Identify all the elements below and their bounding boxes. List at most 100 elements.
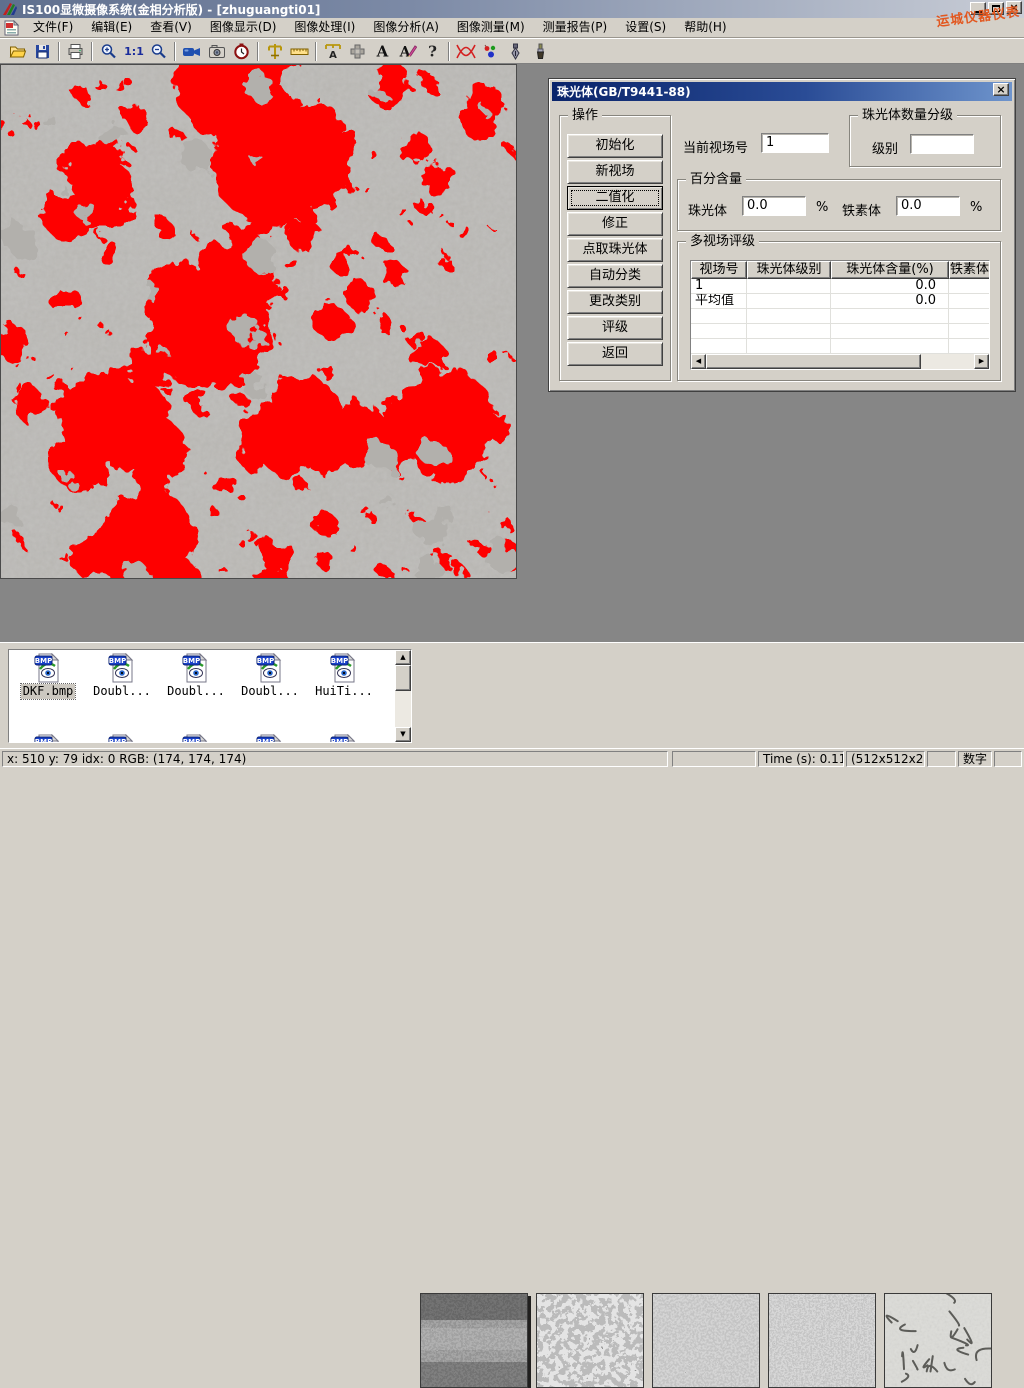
thumbnail-5[interactable] — [884, 1293, 992, 1388]
thumbnail-4[interactable] — [768, 1293, 876, 1388]
table-row[interactable] — [691, 339, 989, 354]
header-pearlite-grade[interactable]: 珠光体级别 — [747, 261, 831, 279]
video-camera-icon — [182, 44, 201, 59]
thumbnail-1[interactable] — [420, 1293, 528, 1388]
binarize-button[interactable]: 二值化 — [567, 186, 663, 210]
svg-text:A: A — [399, 45, 412, 60]
correct-button[interactable]: 修正 — [567, 212, 663, 236]
file-item[interactable]: BMP Doubl... — [85, 653, 159, 699]
return-button[interactable]: 返回 — [567, 342, 663, 366]
multi-field-table[interactable]: 视场号 珠光体级别 珠光体含量(%) 铁素体含量(%) 1 0.0 平均值 0.… — [690, 260, 990, 370]
pick-pearlite-button[interactable]: 点取珠光体 — [567, 238, 663, 262]
particles-button[interactable] — [478, 40, 503, 62]
open-button[interactable] — [5, 40, 30, 62]
measure-text-button[interactable]: A — [320, 40, 345, 62]
cell — [831, 309, 949, 323]
ruler-button[interactable] — [287, 40, 312, 62]
file-name[interactable]: Doubl... — [91, 684, 153, 699]
cell — [949, 339, 990, 353]
scroll-up-icon[interactable]: ▲ — [395, 650, 411, 665]
menu-view[interactable]: 查看(V) — [141, 18, 201, 37]
scroll-down-icon[interactable]: ▼ — [395, 727, 411, 742]
scroll-right-icon[interactable]: ▶ — [974, 354, 989, 369]
bmp-file-icon: BMP — [108, 734, 136, 743]
thumbnail-2[interactable] — [536, 1293, 644, 1388]
micro-image[interactable] — [0, 64, 517, 579]
capture-camera-button[interactable] — [204, 40, 229, 62]
annotate-button[interactable]: A — [395, 40, 420, 62]
file-item[interactable]: BMP Doubl... — [159, 653, 233, 699]
bmp-file-icon: BMP — [34, 734, 62, 743]
current-field-input[interactable]: 1 — [761, 133, 829, 153]
file-listbox[interactable]: BMP DKF.bmp BMP Doubl... BMP Doubl... BM… — [8, 649, 412, 743]
pen-button[interactable] — [503, 40, 528, 62]
actual-size-button[interactable]: 1:1 — [121, 40, 146, 62]
cell — [747, 309, 831, 323]
file-name[interactable]: Doubl... — [165, 684, 227, 699]
cell-ferrite-content — [949, 279, 990, 293]
zoom-out-button[interactable] — [146, 40, 171, 62]
save-button[interactable] — [30, 40, 55, 62]
file-item[interactable]: BMP — [233, 734, 307, 743]
file-item[interactable]: BMP — [159, 734, 233, 743]
menu-image-analysis[interactable]: 图像分析(A) — [364, 18, 448, 37]
menu-file[interactable]: 文件(F) — [24, 18, 82, 37]
header-field-no[interactable]: 视场号 — [691, 261, 747, 279]
hscroll-track[interactable] — [921, 354, 974, 369]
ferrite-percent-input[interactable]: 0.0 — [896, 196, 960, 216]
file-item[interactable]: BMP — [85, 734, 159, 743]
file-name[interactable]: Doubl... — [239, 684, 301, 699]
file-name[interactable]: HuiTi... — [313, 684, 375, 699]
header-ferrite-content[interactable]: 铁素体含量(%) — [949, 261, 990, 279]
vscroll-thumb[interactable] — [395, 665, 411, 691]
grade-input[interactable] — [910, 134, 974, 154]
timer-button[interactable] — [229, 40, 254, 62]
rate-button[interactable]: 评级 — [567, 316, 663, 340]
auto-classify-button[interactable]: 自动分类 — [567, 264, 663, 288]
new-field-button[interactable]: 新视场 — [567, 160, 663, 184]
brush-button[interactable] — [528, 40, 553, 62]
caliper-button[interactable] — [262, 40, 287, 62]
header-pearlite-content[interactable]: 珠光体含量(%) — [831, 261, 949, 279]
table-row[interactable]: 1 0.0 — [691, 279, 989, 294]
menu-image-processing[interactable]: 图像处理(I) — [285, 18, 364, 37]
file-item[interactable]: BMP — [307, 734, 381, 743]
change-class-button[interactable]: 更改类别 — [567, 290, 663, 314]
video-camera-button[interactable] — [179, 40, 204, 62]
file-item[interactable]: BMP HuiTi... — [307, 653, 381, 699]
menu-image-measure[interactable]: 图像测量(M) — [448, 18, 534, 37]
text-button[interactable]: A — [370, 40, 395, 62]
file-item[interactable]: BMP Doubl... — [233, 653, 307, 699]
menu-measure-report[interactable]: 测量报告(P) — [534, 18, 617, 37]
table-row[interactable] — [691, 309, 989, 324]
menu-settings[interactable]: 设置(S) — [616, 18, 675, 37]
table-hscrollbar[interactable]: ◀ ▶ — [691, 354, 989, 369]
thumbnail-3[interactable] — [652, 1293, 760, 1388]
menu-help[interactable]: 帮助(H) — [675, 18, 735, 37]
scroll-left-icon[interactable]: ◀ — [691, 354, 706, 369]
bmp-file-icon: BMP — [182, 734, 210, 743]
print-button[interactable] — [63, 40, 88, 62]
pearlite-percent-input[interactable]: 0.0 — [742, 196, 806, 216]
file-item[interactable]: BMP DKF.bmp — [11, 653, 85, 699]
help-button[interactable]: ? — [420, 40, 445, 62]
table-row[interactable] — [691, 324, 989, 339]
table-row[interactable]: 平均值 0.0 — [691, 294, 989, 309]
menu-image-display[interactable]: 图像显示(D) — [201, 18, 286, 37]
cell — [949, 309, 990, 323]
document-icon[interactable] — [3, 20, 20, 36]
cell — [691, 324, 747, 338]
curve-tool-button[interactable] — [453, 40, 478, 62]
dialog-title-bar[interactable]: 珠光体(GB/T9441-88) × — [552, 82, 1012, 101]
grid-move-button[interactable] — [345, 40, 370, 62]
zoom-in-button[interactable] — [96, 40, 121, 62]
cell-pearlite-content: 0.0 — [831, 279, 949, 293]
hscroll-thumb[interactable] — [706, 354, 921, 369]
menu-edit[interactable]: 编辑(E) — [82, 18, 141, 37]
file-vscrollbar[interactable]: ▲ ▼ — [395, 650, 411, 742]
percent-group-label: 百分含量 — [686, 172, 746, 187]
init-button[interactable]: 初始化 — [567, 134, 663, 158]
file-item[interactable]: BMP — [11, 734, 85, 743]
dialog-close-icon[interactable]: × — [993, 83, 1009, 96]
file-name[interactable]: DKF.bmp — [21, 684, 76, 699]
